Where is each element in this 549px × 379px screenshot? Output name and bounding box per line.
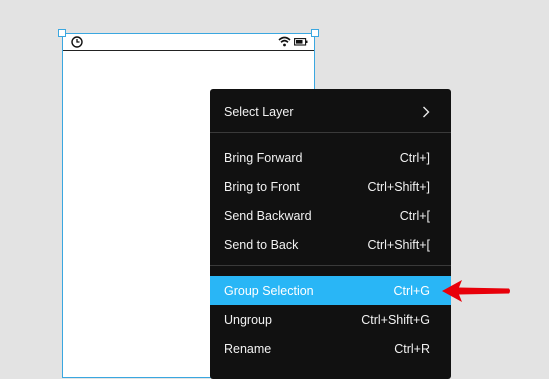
menu-item-ungroup[interactable]: Ungroup Ctrl+Shift+G [210, 305, 451, 334]
status-bar [63, 34, 314, 51]
wifi-icon [278, 36, 291, 47]
menu-divider [210, 265, 451, 266]
menu-item-label: Send Backward [224, 208, 312, 223]
battery-icon [294, 38, 308, 46]
menu-item-shortcut: Ctrl+Shift+[ [367, 237, 430, 252]
menu-item-label: Select Layer [224, 104, 294, 119]
menu-item-shortcut: Ctrl+R [394, 341, 430, 356]
menu-item-select-layer[interactable]: Select Layer [210, 97, 451, 126]
menu-item-label: Group Selection [224, 283, 314, 298]
resize-handle-top-left[interactable] [58, 29, 66, 37]
menu-item-send-to-back[interactable]: Send to Back Ctrl+Shift+[ [210, 230, 451, 259]
menu-item-shortcut: Ctrl+] [399, 150, 430, 165]
menu-item-bring-forward[interactable]: Bring Forward Ctrl+] [210, 143, 451, 172]
menu-item-label: Rename [224, 341, 272, 356]
menu-item-label: Bring Forward [224, 150, 303, 165]
menu-item-send-backward[interactable]: Send Backward Ctrl+[ [210, 201, 451, 230]
menu-item-label: Bring to Front [224, 179, 300, 194]
menu-item-group-selection[interactable]: Group Selection Ctrl+G [210, 276, 451, 305]
clock-icon [71, 36, 83, 48]
menu-item-shortcut: Ctrl+G [393, 283, 430, 298]
context-menu: Select Layer Bring Forward Ctrl+] Bring … [210, 89, 451, 379]
menu-divider [210, 132, 451, 133]
menu-item-rename[interactable]: Rename Ctrl+R [210, 334, 451, 363]
menu-item-shortcut: Ctrl+[ [399, 208, 430, 223]
menu-item-label: Ungroup [224, 312, 272, 327]
resize-handle-top-right[interactable] [311, 29, 319, 37]
menu-item-shortcut: Ctrl+Shift+] [367, 179, 430, 194]
menu-item-bring-to-front[interactable]: Bring to Front Ctrl+Shift+] [210, 172, 451, 201]
annotation-arrow-icon [442, 280, 510, 302]
menu-item-label: Send to Back [224, 237, 299, 252]
chevron-right-icon [422, 106, 430, 118]
menu-item-shortcut: Ctrl+Shift+G [361, 312, 430, 327]
